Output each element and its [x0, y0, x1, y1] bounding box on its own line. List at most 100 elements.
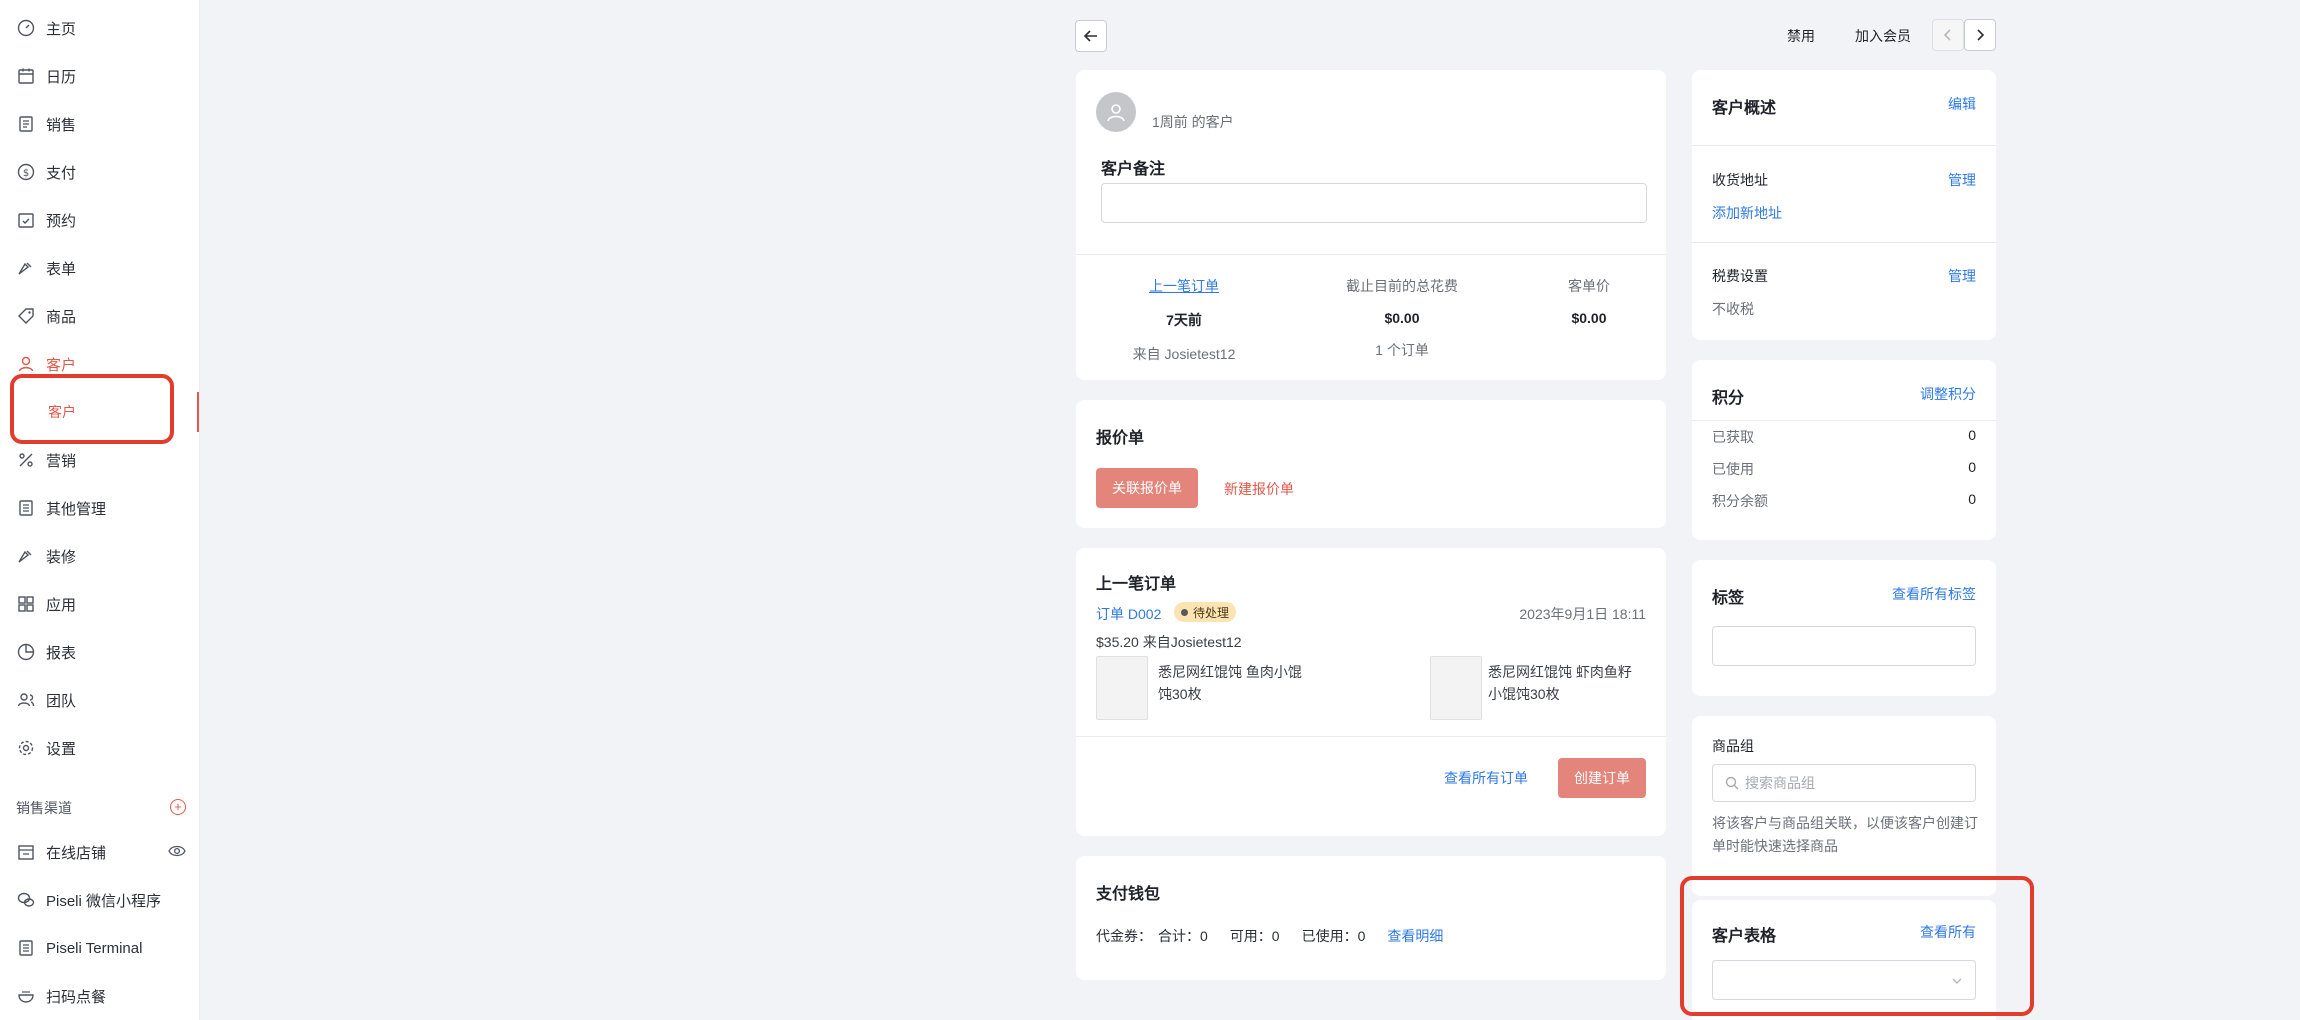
- sidebar-item-label: 团队: [46, 692, 77, 710]
- percent-icon: [16, 450, 36, 470]
- highlight-box-sidebar: [10, 374, 174, 444]
- grid-icon: [16, 594, 36, 614]
- product-group-title: 商品组: [1712, 738, 1754, 754]
- disable-button[interactable]: 禁用: [1787, 26, 1815, 46]
- voucher-total: 合计：0: [1158, 928, 1208, 944]
- status-dot-icon: [1181, 608, 1188, 616]
- customer-since: 1周前 的客户: [1152, 114, 1234, 130]
- order-summary: $35.20 来自Josietest12: [1096, 634, 1242, 650]
- sidebar-item-label: 表单: [46, 260, 77, 278]
- stat-last-order: 上一笔订单 7天前 来自 Josietest12: [1076, 276, 1292, 364]
- last-order-link[interactable]: 上一笔订单: [1076, 276, 1292, 296]
- sidebar-item-wechat[interactable]: Piseli 微信小程序: [0, 880, 199, 920]
- link-quote-button[interactable]: 关联报价单: [1096, 468, 1198, 508]
- tags-card: 标签 查看所有标签: [1692, 560, 1996, 696]
- tags-input[interactable]: [1712, 626, 1976, 666]
- gear-icon: [16, 738, 36, 758]
- sidebar-item-forms[interactable]: 表单: [0, 248, 199, 288]
- divider: [1692, 145, 1996, 146]
- sidebar-item-terminal[interactable]: Piseli Terminal: [0, 928, 199, 968]
- calendar-check-icon: [16, 210, 36, 230]
- last-order-card: 上一笔订单 订单 D002 待处理 2023年9月1日 18:11 $35.20…: [1076, 548, 1666, 836]
- tax-title: 税费设置: [1712, 268, 1768, 284]
- create-order-button[interactable]: 创建订单: [1558, 758, 1646, 798]
- sidebar-item-apps[interactable]: 应用: [0, 584, 199, 624]
- add-address-link[interactable]: 添加新地址: [1712, 203, 1782, 223]
- add-channel-icon[interactable]: +: [170, 799, 186, 815]
- document-icon: [16, 498, 36, 518]
- eye-icon[interactable]: [168, 844, 186, 863]
- product-group-search[interactable]: 搜索商品组: [1712, 764, 1976, 802]
- edit-link[interactable]: 编辑: [1948, 94, 1976, 114]
- address-manage-link[interactable]: 管理: [1948, 170, 1976, 190]
- customer-note-title: 客户备注: [1101, 161, 1166, 178]
- divider: [1692, 242, 1996, 243]
- sidebar-item-label: 商品: [46, 308, 77, 326]
- sidebar-item-team[interactable]: 团队: [0, 680, 199, 720]
- calendar-icon: [16, 66, 36, 86]
- sidebar-item-sales[interactable]: 销售: [0, 104, 199, 144]
- points-balance-value: 0: [1968, 491, 1976, 507]
- points-title: 积分: [1712, 390, 1745, 407]
- sidebar-item-home[interactable]: 主页: [0, 8, 199, 48]
- view-all-tags-link[interactable]: 查看所有标签: [1892, 584, 1976, 604]
- last-order-title: 上一笔订单: [1096, 576, 1177, 593]
- stat-total-spent: 截止目前的总花费 $0.00 1 个订单: [1292, 276, 1512, 360]
- sidebar-item-label: 应用: [46, 596, 77, 614]
- user-avatar-icon: [1107, 104, 1125, 122]
- divider: [1076, 254, 1666, 255]
- customer-note-input[interactable]: [1101, 183, 1647, 223]
- sidebar-item-reports[interactable]: 报表: [0, 632, 199, 672]
- dashboard-icon: [16, 18, 36, 38]
- status-text: 待处理: [1193, 605, 1230, 620]
- tags-title: 标签: [1712, 590, 1745, 607]
- sidebar-item-settings[interactable]: 设置: [0, 728, 199, 768]
- new-quote-button[interactable]: 新建报价单: [1224, 479, 1294, 499]
- stat-avg-order: 客单价 $0.00: [1512, 276, 1666, 326]
- team-icon: [16, 690, 36, 710]
- order-number-link[interactable]: 订单 D002: [1096, 604, 1161, 624]
- sidebar-item-label: 支付: [46, 164, 77, 182]
- chevron-left-icon: [1943, 29, 1951, 41]
- sidebar-item-calendar[interactable]: 日历: [0, 56, 199, 96]
- join-member-button[interactable]: 加入会员: [1855, 26, 1911, 46]
- view-all-orders-link[interactable]: 查看所有订单: [1444, 768, 1528, 788]
- divider: [1692, 420, 1996, 421]
- sidebar-item-marketing[interactable]: 营销: [0, 440, 199, 480]
- sidebar-item-products[interactable]: 商品: [0, 296, 199, 336]
- customer-card: 1周前 的客户 客户备注 上一笔订单 7天前 来自 Josietest12 截止…: [1076, 70, 1666, 380]
- quote-title: 报价单: [1096, 430, 1145, 447]
- sidebar-item-booking[interactable]: 预约: [0, 200, 199, 240]
- tax-value: 不收税: [1712, 301, 1754, 317]
- highlight-box-customer-form: [1680, 876, 2034, 1016]
- prev-customer-button[interactable]: [1932, 19, 1964, 51]
- wechat-icon: [16, 890, 36, 910]
- terminal-icon: [16, 938, 36, 958]
- sidebar-item-scan-order[interactable]: 扫码点餐: [0, 976, 199, 1016]
- voucher-label: 代金券：: [1096, 928, 1152, 944]
- order-item-name: 悉尼网红馄饨 虾肉鱼籽小馄饨30枚: [1488, 664, 1632, 702]
- tax-manage-link[interactable]: 管理: [1948, 266, 1976, 286]
- adjust-points-link[interactable]: 调整积分: [1920, 384, 1976, 404]
- voucher-row: 代金券： 合计：0 可用：0 已使用：0 查看明细: [1096, 926, 1443, 946]
- store-icon: [16, 842, 36, 862]
- next-customer-button[interactable]: [1964, 19, 1996, 51]
- sidebar-item-label: 扫码点餐: [46, 988, 107, 1006]
- search-icon: [1725, 776, 1739, 790]
- back-button[interactable]: [1075, 20, 1107, 52]
- view-detail-link[interactable]: 查看明细: [1387, 926, 1443, 946]
- points-balance-label: 积分余额: [1712, 493, 1768, 509]
- sidebar-item-decoration[interactable]: 装修: [0, 536, 199, 576]
- active-indicator: [197, 392, 199, 432]
- sidebar-item-label: 主页: [46, 20, 77, 38]
- avg-order-value: $0.00: [1571, 310, 1607, 326]
- sidebar-item-payment[interactable]: $ 支付: [0, 152, 199, 192]
- user-icon: [16, 354, 36, 374]
- brush-icon: [16, 258, 36, 278]
- address-title: 收货地址: [1712, 172, 1768, 188]
- voucher-used: 已使用：0: [1301, 928, 1366, 944]
- order-date: 2023年9月1日 18:11: [1519, 606, 1646, 622]
- sidebar-item-other[interactable]: 其他管理: [0, 488, 199, 528]
- quote-card: 报价单 关联报价单 新建报价单: [1076, 400, 1666, 528]
- product-thumbnail: [1430, 656, 1482, 720]
